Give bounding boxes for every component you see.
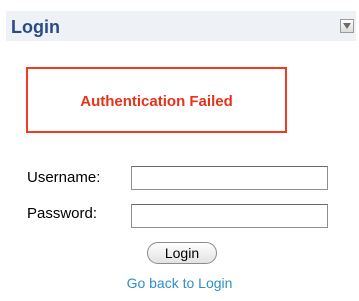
- username-field[interactable]: [131, 166, 328, 190]
- go-back-to-login-link[interactable]: Go back to Login: [0, 275, 359, 291]
- error-message: Authentication Failed: [80, 93, 233, 110]
- collapse-toggle-button[interactable]: [340, 19, 354, 33]
- page-title: Login: [11, 17, 60, 37]
- username-label: Username:: [27, 169, 101, 186]
- triangle-down-icon: [343, 23, 351, 29]
- login-panel: Login Authentication Failed Username: Pa…: [0, 0, 359, 301]
- password-label: Password:: [27, 205, 98, 222]
- login-button[interactable]: Login: [147, 242, 217, 264]
- panel-header: Login: [6, 11, 356, 41]
- error-alert: Authentication Failed: [26, 67, 287, 133]
- password-field[interactable]: [131, 204, 328, 228]
